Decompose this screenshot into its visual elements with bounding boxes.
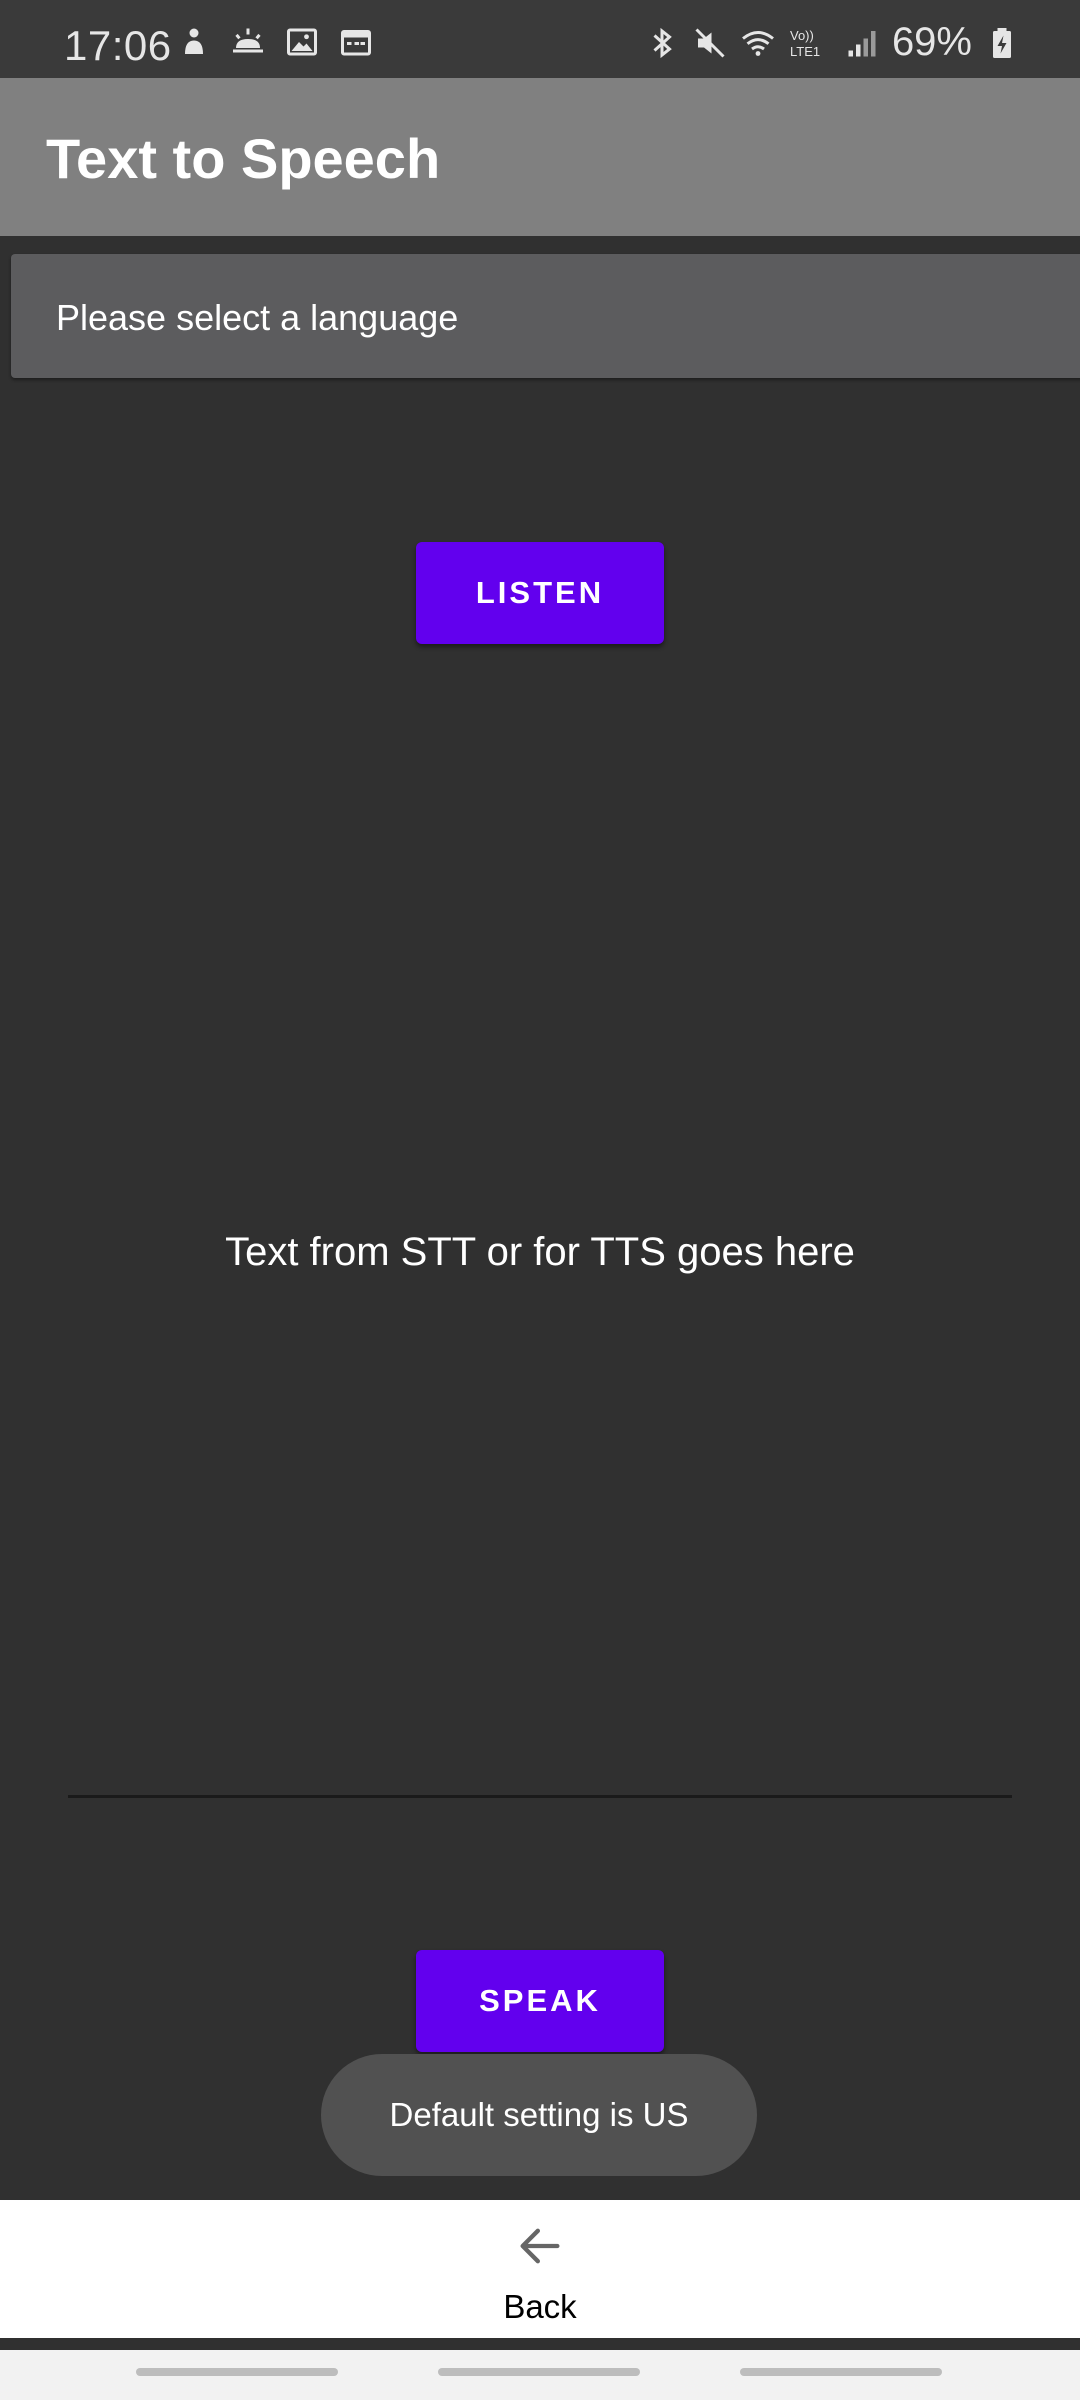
toast-message: Default setting is US [321,2054,757,2176]
battery-percentage: 69% [891,20,972,64]
signal-icon [848,30,876,56]
wifi-icon [742,30,774,56]
arrow-left-icon[interactable] [514,2220,566,2272]
language-select-label: Please select a language [56,297,459,338]
battery-charging-icon [993,27,1011,58]
speak-button[interactable]: SPEAK [416,1950,664,2052]
app-bar: Text to Speech [0,78,1080,236]
weather-icon [233,28,263,53]
nav-back-handle[interactable] [740,2368,942,2376]
status-time: 17:06 [64,22,172,69]
status-system-icons: Vo)) LTE1 69% [644,20,1020,65]
page-title: Text to Speech [46,127,441,190]
status-bar: 17:06 Vo)) LTE1 69% [0,0,1080,78]
system-navigation-bar [0,2338,1080,2400]
bottom-back-panel: Back [0,2200,1080,2338]
back-button-label[interactable]: Back [0,2288,1080,2326]
lte-icon: Vo)) LTE1 [790,28,820,59]
bluetooth-icon [653,27,672,58]
gallery-icon [287,28,317,56]
nav-recents-handle[interactable] [136,2368,338,2376]
text-field-underline [68,1795,1012,1798]
nav-home-handle[interactable] [438,2368,640,2376]
language-select-dropdown[interactable]: Please select a language [11,254,1080,378]
mute-icon [695,27,725,58]
status-notification-icons [176,24,374,60]
lte-icon-top-text: Vo)) [790,28,814,43]
lte-icon-bottom-text: LTE1 [790,44,820,59]
speech-text-field[interactable]: Text from STT or for TTS goes here [0,1230,1080,1275]
calendar-icon [341,30,371,56]
notification-app-icon [185,28,203,54]
listen-button[interactable]: LISTEN [416,542,664,644]
